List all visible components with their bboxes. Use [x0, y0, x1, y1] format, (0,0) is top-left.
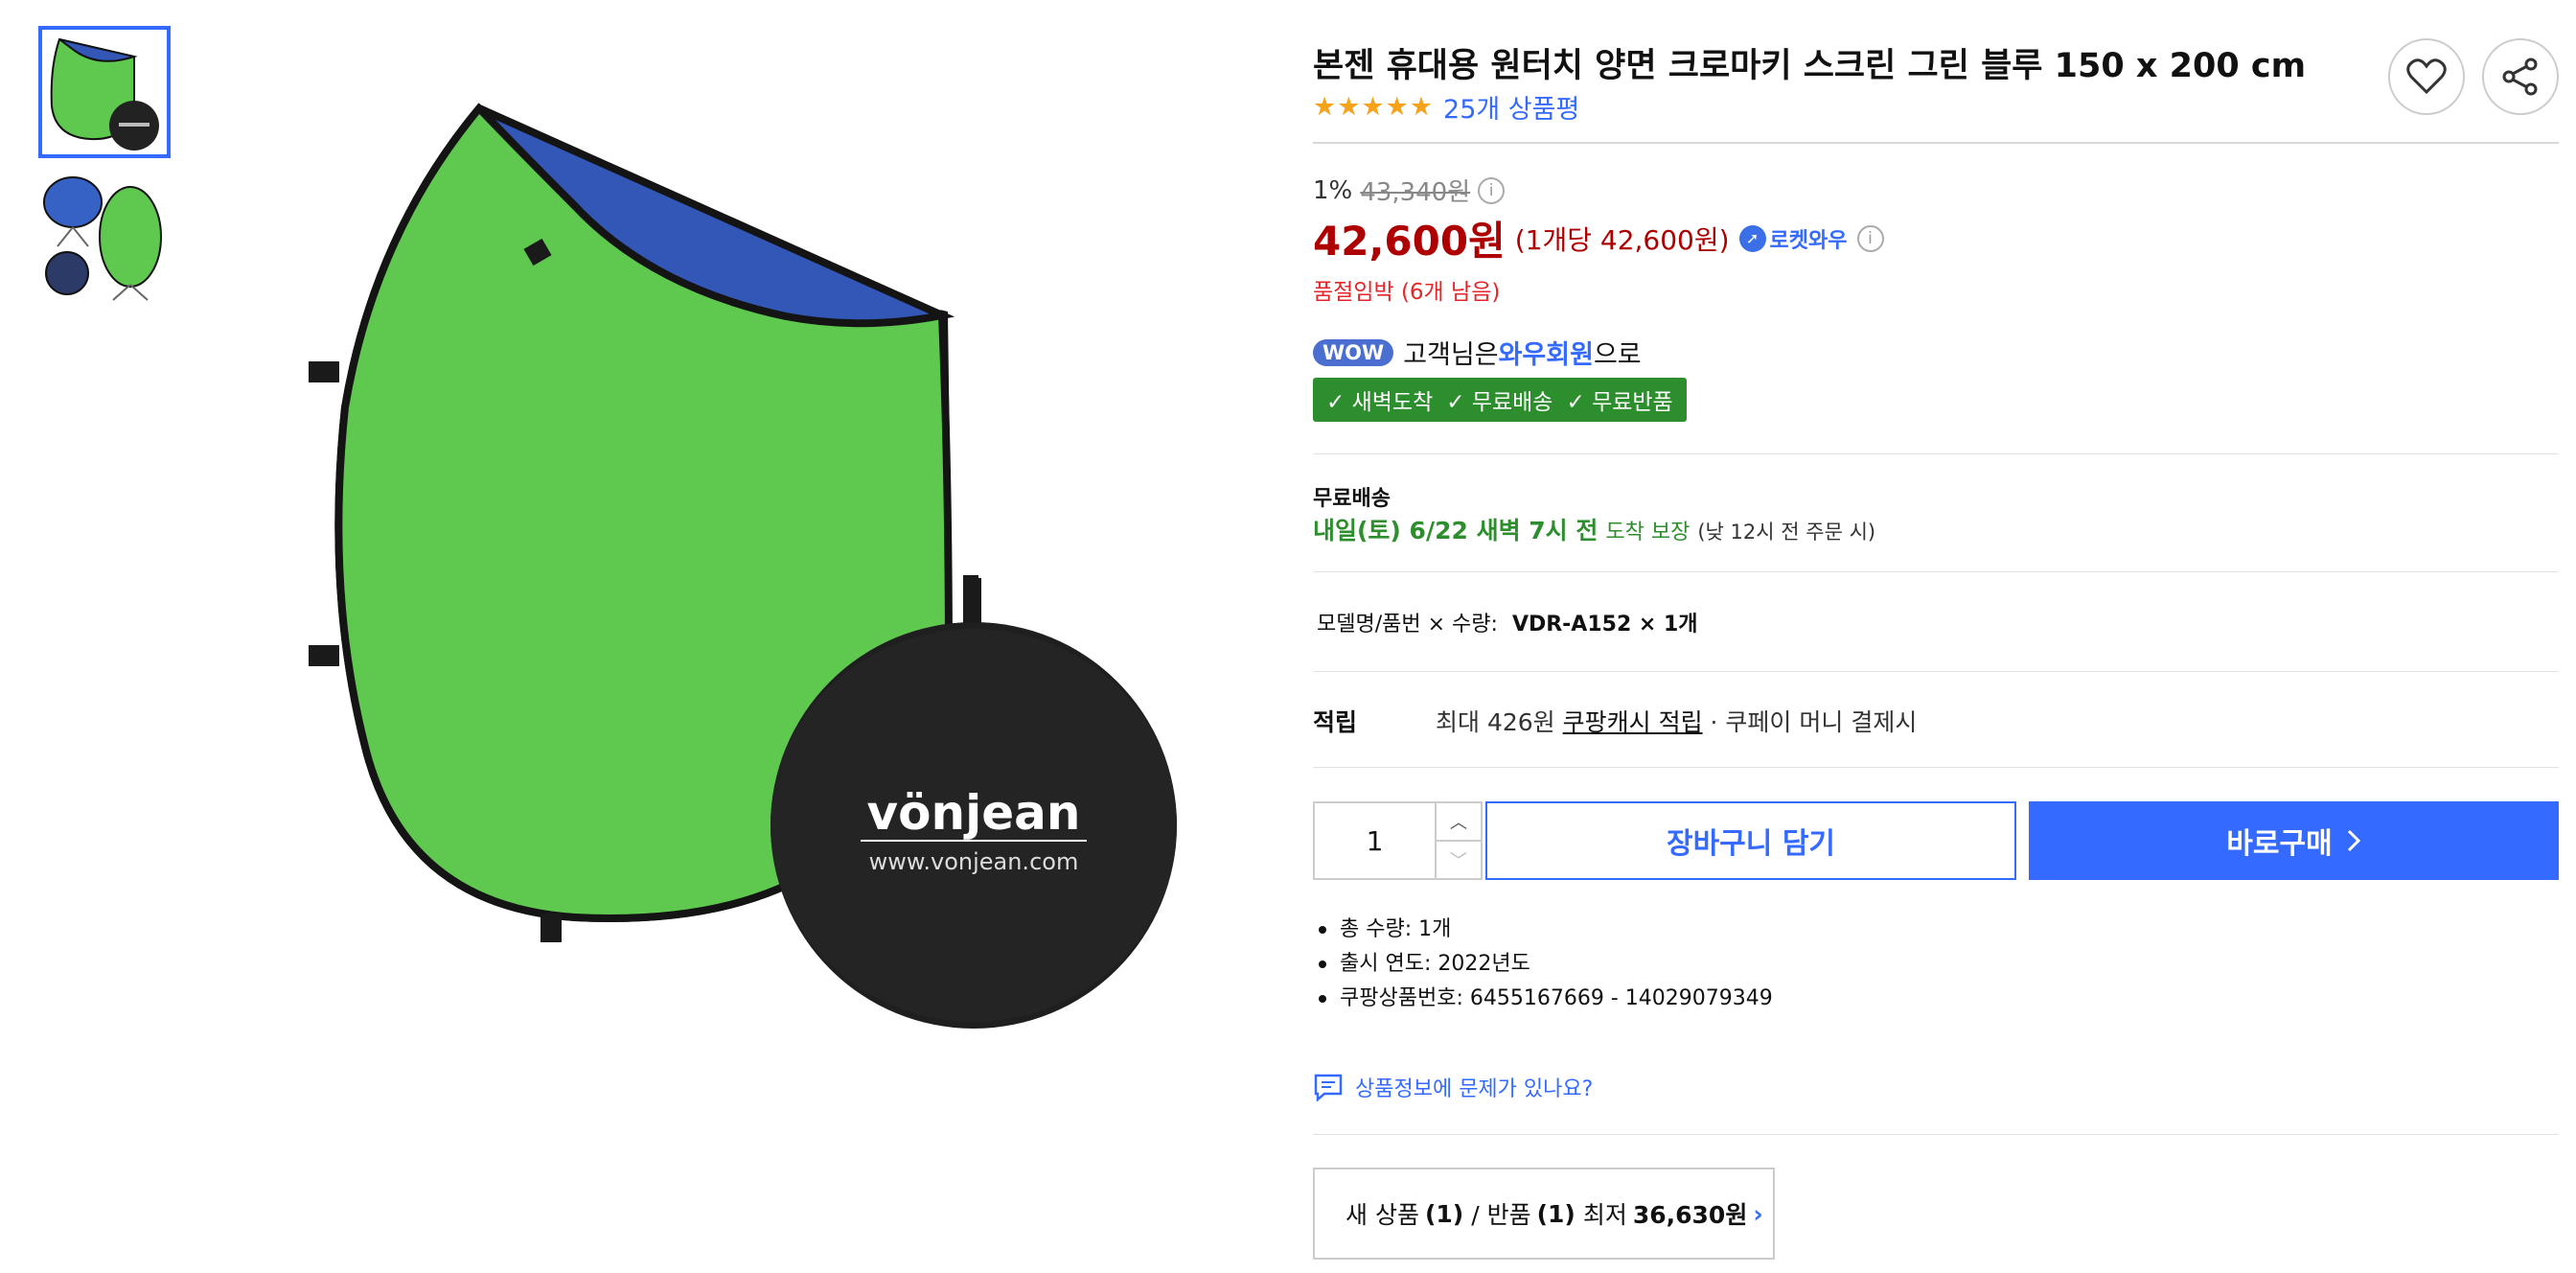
offer-return-label: / 반품	[1471, 1201, 1531, 1229]
quantity-stepper: 1 ︿ ﹀	[1313, 801, 1483, 880]
order-cutoff-note: (낮 12시 전 주문 시)	[1697, 521, 1876, 544]
star-rating-icon: ★★★★★	[1313, 92, 1435, 122]
coupang-cash-link[interactable]: 쿠팡캐시 적립	[1563, 708, 1703, 736]
report-icon	[1314, 1074, 1343, 1101]
offer-new-label: 새 상품	[1346, 1201, 1419, 1229]
reward-condition: · 쿠페이 머니 결제시	[1710, 708, 1918, 736]
benefit-tag: ✓ 새벽도착	[1326, 390, 1434, 415]
heart-icon	[2406, 58, 2447, 95]
reward-label: 적립	[1313, 708, 1358, 736]
wow-member-label: 와우회원	[1498, 340, 1594, 370]
thumbnail-2-image	[43, 176, 162, 301]
stock-notice: 품절임박 (6개 남음)	[1313, 280, 1501, 305]
other-sellers-box[interactable]: 새 상품 (1) / 반품 (1) 최저 36,630원 ›	[1313, 1168, 1775, 1260]
offer-return-count: (1)	[1536, 1199, 1576, 1228]
thumbnail-1[interactable]	[38, 26, 171, 158]
chevron-up-icon[interactable]: ︿	[1437, 803, 1481, 842]
option-row: 모델명/품번 × 수량: VDR-A152 × 1개	[1317, 607, 1698, 637]
wow-badge: WOW	[1313, 338, 1394, 366]
check-icon: ✓	[1566, 390, 1593, 415]
review-count-link[interactable]: 25개 상품평	[1443, 88, 1579, 126]
main-product-image: vönjean www.vonjean.com	[288, 91, 1198, 1030]
rocket-label: 로켓와우	[1769, 228, 1848, 253]
info-icon[interactable]: i	[1478, 176, 1506, 204]
thumbnail-1-image	[50, 37, 159, 150]
rating-row: ★★★★★ 25개 상품평	[1313, 88, 1579, 126]
product-details-list: 총 수량: 1개 출시 연도: 2022년도 쿠팡상품번호: 645516766…	[1319, 913, 1773, 1016]
detail-item: 쿠팡상품번호: 6455167669 - 14029079349	[1319, 982, 1773, 1016]
divider	[1313, 767, 2559, 768]
detail-item: 출시 연도: 2022년도	[1319, 947, 1773, 982]
info-icon[interactable]: i	[1856, 224, 1884, 252]
chevron-right-icon: ›	[1753, 1199, 1763, 1228]
discount-rate: 1%	[1313, 175, 1353, 205]
shipping-title: 무료배송	[1313, 487, 1391, 511]
rocket-wow-badge: ➚ 로켓와우	[1738, 223, 1848, 254]
report-issue-link[interactable]: 상품정보에 문제가 있나요?	[1313, 1072, 1593, 1102]
buy-now-label: 바로구매	[2226, 827, 2333, 861]
wishlist-button[interactable]	[2388, 38, 2465, 115]
divider	[1313, 142, 2559, 144]
sale-price: 42,600원	[1313, 218, 1506, 265]
thumbnail-2[interactable]	[38, 170, 171, 302]
wow-benefit-tags: ✓ 새벽도착 ✓ 무료배송 ✓ 무료반품	[1313, 378, 1687, 422]
offer-new-count: (1)	[1424, 1199, 1464, 1228]
brand-url: www.vonjean.com	[869, 848, 1079, 875]
brand-logo: vönjean	[867, 785, 1081, 841]
reward-amount: 최대 426원	[1436, 708, 1555, 736]
delivery-date: 내일(토) 6/22 새벽 7시 전	[1313, 517, 1598, 544]
option-value: VDR-A152 × 1개	[1511, 613, 1698, 636]
wow-text-before: 고객님은	[1403, 340, 1499, 370]
divider	[1313, 671, 2559, 672]
benefit-tag: ✓ 무료배송	[1446, 390, 1553, 415]
quantity-input[interactable]: 1	[1315, 803, 1437, 878]
divider	[1313, 453, 2559, 454]
original-price: 43,340원	[1360, 178, 1471, 207]
rocket-icon: ➚	[1738, 224, 1766, 252]
check-icon: ✓	[1446, 390, 1472, 415]
unit-price: (1개당 42,600원)	[1514, 223, 1730, 256]
delivery-guarantee: 도착 보장	[1605, 521, 1690, 544]
chevron-down-icon[interactable]: ﹀	[1437, 842, 1481, 878]
benefit-tag: ✓ 무료반품	[1566, 390, 1673, 415]
check-icon: ✓	[1326, 390, 1352, 415]
buy-now-button[interactable]: 바로구매	[2029, 801, 2559, 880]
add-to-cart-button[interactable]: 장바구니 담기	[1485, 801, 2016, 880]
report-issue-label: 상품정보에 문제가 있나요?	[1355, 1077, 1594, 1101]
wow-text-after: 으로	[1593, 340, 1642, 370]
divider	[1313, 1134, 2559, 1135]
share-icon	[2502, 58, 2538, 96]
share-button[interactable]	[2482, 38, 2559, 115]
shipping-date-row: 내일(토) 6/22 새벽 7시 전 도착 보장 (낮 12시 전 주문 시)	[1313, 512, 1875, 546]
chevron-right-icon	[2347, 829, 2360, 852]
price-row: 42,600원 (1개당 42,600원) ➚ 로켓와우 i	[1313, 209, 1884, 267]
reward-text: 최대 426원 쿠팡캐시 적립 · 쿠페이 머니 결제시	[1436, 704, 1917, 738]
option-label: 모델명/품번 × 수량:	[1317, 613, 1498, 636]
divider	[1313, 571, 2559, 572]
product-info-panel: 본젠 휴대용 원터치 양면 크로마키 스크린 그린 블루 150 x 200 c…	[1313, 0, 2559, 1273]
wow-member-row: WOW 고객님은 와우회원으로	[1313, 334, 1642, 371]
detail-item: 총 수량: 1개	[1319, 913, 1773, 947]
offer-lowest-label: 최저	[1582, 1201, 1627, 1229]
offer-lowest-price: 36,630원	[1632, 1201, 1748, 1229]
product-title: 본젠 휴대용 원터치 양면 크로마키 스크린 그린 블루 150 x 200 c…	[1313, 47, 2307, 85]
discount-row: 1% 43,340원 i	[1313, 173, 1506, 208]
